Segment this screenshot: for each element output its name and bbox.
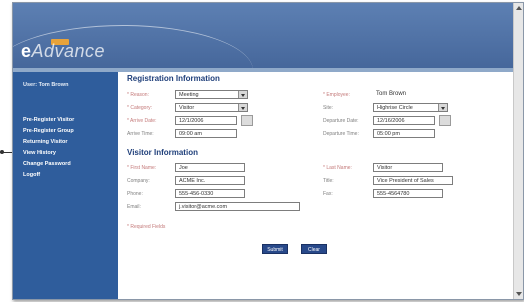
email-label: Email: xyxy=(127,204,141,210)
title-input[interactable]: Vice President of Sales xyxy=(373,176,453,185)
main-content: Registration Information * Reason: Meeti… xyxy=(118,72,513,299)
title-label: Title: xyxy=(323,178,334,184)
callout-line xyxy=(0,152,12,153)
arrive-time-input[interactable]: 09:00 am xyxy=(175,129,237,138)
departure-time-label: Departure Time: xyxy=(323,131,359,137)
current-user: User: Tom Brown xyxy=(23,82,69,88)
reason-value: Meeting xyxy=(179,92,199,98)
sidebar-item-pre-register-group[interactable]: Pre-Register Group xyxy=(23,126,74,137)
sidebar-item-logoff[interactable]: Logoff xyxy=(23,170,74,181)
reason-select[interactable]: Meeting xyxy=(175,90,248,99)
sidebar-item-pre-register-visitor[interactable]: Pre-Register Visitor xyxy=(23,115,74,126)
employee-label: * Employee: xyxy=(323,92,350,98)
scroll-down-arrow-icon[interactable] xyxy=(516,292,522,296)
chevron-down-icon xyxy=(238,91,247,98)
required-fields-note: * Required Fields xyxy=(127,224,166,230)
site-label: Site: xyxy=(323,105,334,111)
clear-button[interactable]: Clear xyxy=(301,244,327,254)
sidebar: User: Tom Brown Pre-Register Visitor Pre… xyxy=(13,72,118,299)
last-name-input[interactable]: Visitor xyxy=(373,163,443,172)
employee-value: Tom Brown xyxy=(376,91,407,97)
departure-date-label: Departure Date: xyxy=(323,118,359,124)
visitor-section-title: Visitor Information xyxy=(127,148,198,157)
last-name-label: * Last Name: xyxy=(323,165,352,171)
registration-section-title: Registration Information xyxy=(127,74,220,83)
sidebar-item-change-password[interactable]: Change Password xyxy=(23,159,74,170)
logo-e: e xyxy=(21,41,32,61)
arrive-date-label: * Arrive Date: xyxy=(127,118,157,124)
departure-date-input[interactable]: 12/16/2006 xyxy=(373,116,435,125)
category-value: Visitor xyxy=(179,105,195,111)
scroll-up-arrow-icon[interactable] xyxy=(516,6,522,10)
vertical-scrollbar[interactable] xyxy=(513,3,523,299)
departure-time-input[interactable]: 05:00 pm xyxy=(373,129,435,138)
sidebar-item-returning-visitor[interactable]: Returning Visitor xyxy=(23,137,74,148)
company-label: Company: xyxy=(127,178,150,184)
chevron-down-icon xyxy=(438,104,447,111)
submit-button[interactable]: Submit xyxy=(262,244,288,254)
category-label: * Category: xyxy=(127,105,153,111)
reason-label: * Reason: xyxy=(127,92,149,98)
sidebar-item-view-history[interactable]: View History xyxy=(23,148,74,159)
arrive-time-label: Arrive Time: xyxy=(127,131,154,137)
first-name-input[interactable]: Joe xyxy=(175,163,245,172)
phone-input[interactable]: 555-456-0330 xyxy=(175,189,245,198)
first-name-label: * First Name: xyxy=(127,165,157,171)
company-input[interactable]: ACME Inc. xyxy=(175,176,245,185)
chevron-down-icon xyxy=(238,104,247,111)
category-select[interactable]: Visitor xyxy=(175,103,248,112)
app-logo: eAdvance xyxy=(21,41,105,62)
logo-text: Advance xyxy=(31,41,106,61)
browser-window: eAdvance User: Tom Brown Pre-Register Vi… xyxy=(12,2,524,300)
site-value: Highrise Circle xyxy=(377,105,413,111)
departure-date-calendar-button[interactable] xyxy=(439,115,451,126)
email-input[interactable]: j.visitor@acme.com xyxy=(175,202,300,211)
arrive-date-calendar-button[interactable] xyxy=(241,115,253,126)
fax-label: Fax: xyxy=(323,191,333,197)
fax-input[interactable]: 555-4564780 xyxy=(373,189,443,198)
sidebar-menu: Pre-Register Visitor Pre-Register Group … xyxy=(23,115,74,181)
phone-label: Phone: xyxy=(127,191,143,197)
app-header: eAdvance xyxy=(13,3,523,68)
site-select[interactable]: Highrise Circle xyxy=(373,103,448,112)
arrive-date-input[interactable]: 12/1/2006 xyxy=(175,116,237,125)
